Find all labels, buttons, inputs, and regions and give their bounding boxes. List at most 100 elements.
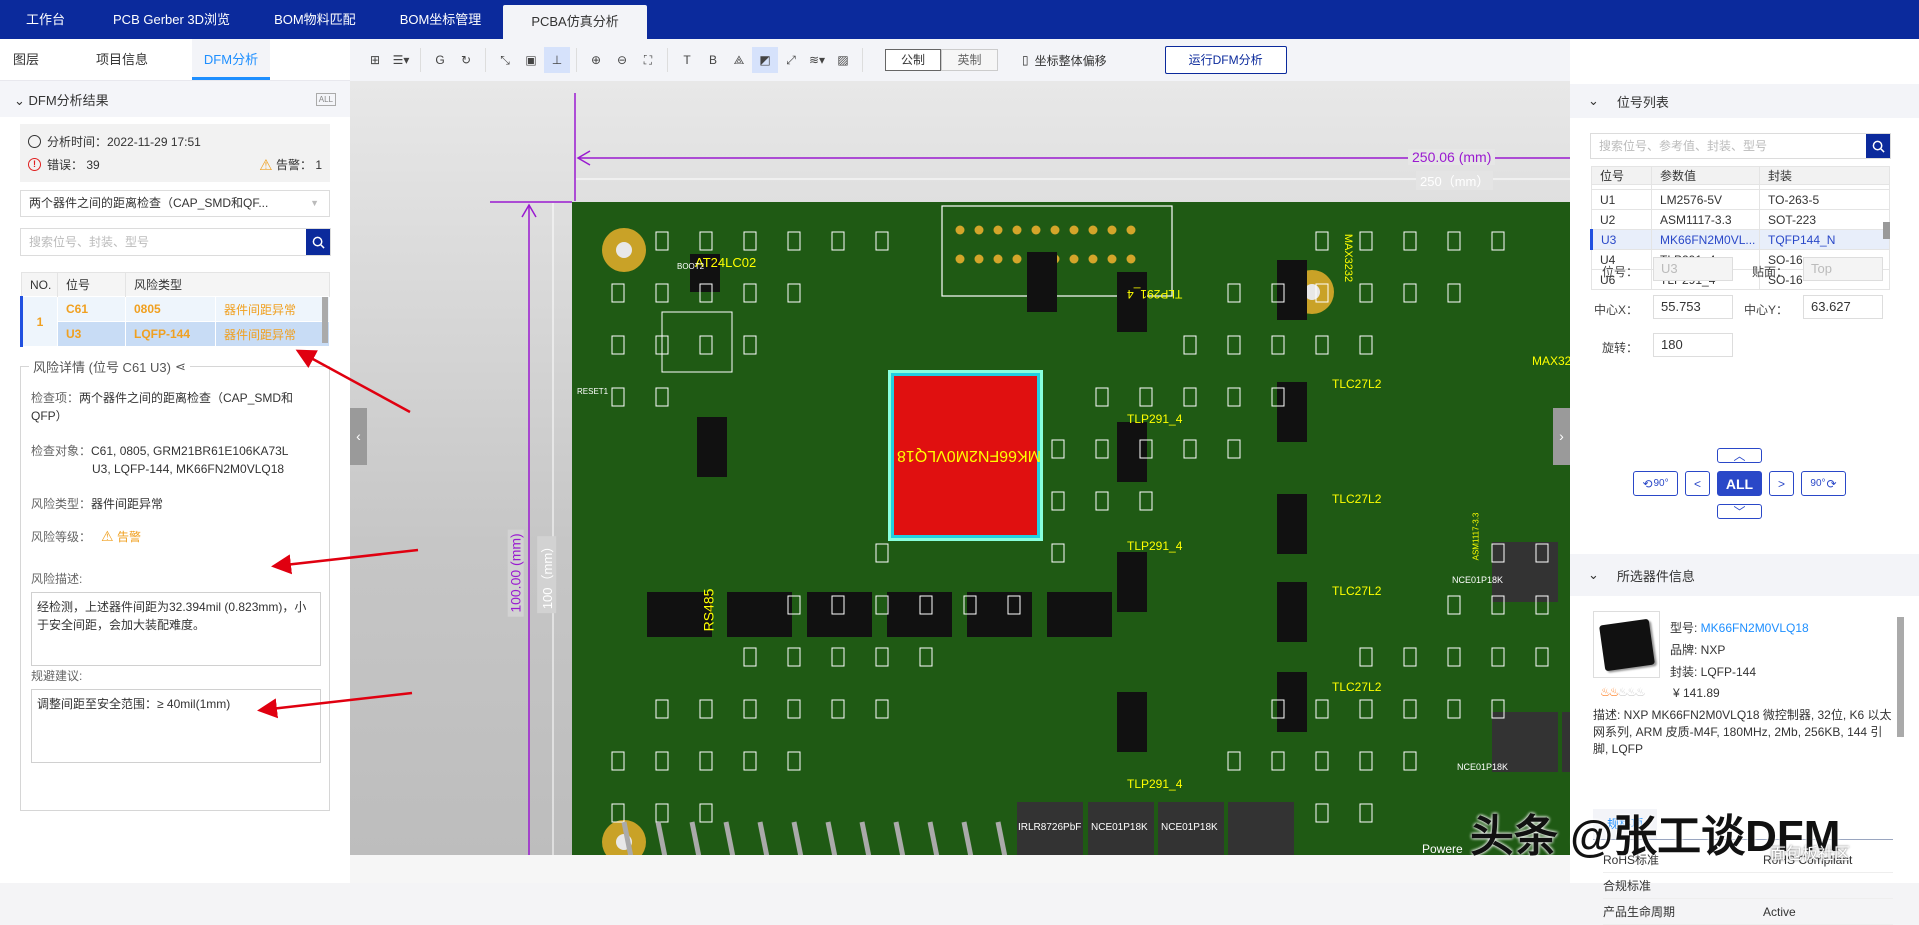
nav-tab-bom-coords[interactable]: BOM坐标管理 <box>378 0 504 39</box>
part-scrollbar[interactable] <box>1897 617 1904 737</box>
pcba-refresh-icon[interactable]: ↻ <box>453 47 479 73</box>
collapse-right-handle[interactable]: › <box>1553 408 1570 465</box>
move-right-button[interactable]: > <box>1769 471 1794 496</box>
search-icon <box>312 236 325 249</box>
share-icon[interactable]: ⋖ <box>175 359 186 375</box>
check-item-value: 两个器件之间的距离检查（CAP_SMD和QF... <box>29 196 269 210</box>
pcb-label: TLP291_4 <box>1127 777 1183 791</box>
component-pad <box>743 751 757 771</box>
file-list-icon[interactable]: ☰▾ <box>388 47 414 73</box>
left-search-input[interactable] <box>21 229 306 255</box>
nav-tab-pcba-sim[interactable]: PCBA仿真分析 <box>503 5 647 39</box>
part-model-link[interactable]: MK66FN2M0VLQ18 <box>1701 621 1809 635</box>
header-pin <box>927 821 940 855</box>
component-pad <box>1315 803 1329 823</box>
move-down-button[interactable]: ﹀ <box>1717 504 1762 519</box>
center-y-input[interactable]: 63.627 <box>1803 295 1883 319</box>
check-item-select[interactable]: 两个器件之间的距离检查（CAP_SMD和QF... ▼ <box>20 190 330 217</box>
risk-description[interactable]: 经检测，上述器件间距为32.394mil (0.823mm)，小于安全间距，会加… <box>31 592 321 666</box>
component-pad <box>1183 335 1197 355</box>
connector-pin <box>1012 225 1022 235</box>
component-pad <box>787 647 801 667</box>
layers-icon[interactable]: ≋▾ <box>804 47 830 73</box>
table-scrollbar[interactable] <box>322 297 328 343</box>
flip-icon[interactable]: ⟁ <box>726 47 752 73</box>
right-search-input[interactable] <box>1591 134 1866 158</box>
ruler-icon[interactable]: ▣ <box>518 47 544 73</box>
bottom-layer-icon[interactable]: B <box>700 47 726 73</box>
ref-list-title: 位号列表 <box>1616 94 1669 110</box>
run-dfm-button[interactable]: 运行DFM分析 <box>1164 46 1287 74</box>
move-up-button[interactable]: ︿ <box>1717 448 1762 463</box>
ref-list-header[interactable]: ⌄ 位号列表 <box>1570 84 1919 118</box>
component-pad <box>743 231 757 251</box>
rotate-cw-button[interactable]: 90° ⟳ <box>1801 471 1846 496</box>
zoom-in-icon[interactable]: ⊕ <box>583 47 609 73</box>
export-all-icon[interactable]: ALL <box>315 92 336 106</box>
image-icon[interactable]: ▨ <box>830 47 856 73</box>
desc-label: 风险描述: <box>31 572 83 586</box>
dimension-icon[interactable]: ⊥ <box>544 47 570 73</box>
pcb-label: RESET1 <box>577 387 609 396</box>
3d-view-icon[interactable]: ◩ <box>752 47 778 73</box>
measure-icon[interactable]: ⤡ <box>492 47 518 73</box>
component-pad <box>1447 647 1461 667</box>
tab-layers[interactable]: 图层 <box>0 39 52 80</box>
clock-icon <box>28 135 41 148</box>
rotation-label: 旋转： <box>1601 341 1638 355</box>
search-button[interactable] <box>306 229 330 255</box>
pcb-label: MAX3232 <box>1342 233 1355 283</box>
search-button[interactable] <box>1866 134 1890 158</box>
nav-tab-workbench[interactable]: 工作台 <box>0 0 91 39</box>
component-pad <box>1447 595 1461 615</box>
coord-offset-button[interactable]: ▯ 坐标整体偏移 <box>1022 52 1107 69</box>
component-pad <box>1315 751 1329 771</box>
all-button[interactable]: ALL <box>1717 471 1762 496</box>
add-file-icon[interactable]: ⊞ <box>362 47 388 73</box>
rotation-input[interactable]: 180 <box>1653 333 1733 357</box>
part-info-title: 所选器件信息 <box>1616 568 1695 584</box>
component-pad <box>655 751 669 771</box>
collapse-left-handle[interactable]: ‹ <box>350 408 367 465</box>
fullscreen-icon[interactable]: ⤢ <box>778 47 804 73</box>
unit-metric-button[interactable]: 公制 <box>885 49 941 71</box>
nav-tab-bom-match[interactable]: BOM物料匹配 <box>252 0 378 39</box>
table-row[interactable]: U3 LQFP-144 器件间距异常 <box>21 321 330 347</box>
table-row[interactable]: 1 C61 0805 器件间距异常 <box>20 296 330 347</box>
table-row[interactable]: U2 ASM1117-3.3 SOT-223 <box>1591 209 1890 230</box>
component-ic <box>727 592 792 637</box>
top-layer-icon[interactable]: T <box>674 47 700 73</box>
connector-pin <box>974 225 984 235</box>
spec-row: 产品生命周期 Active <box>1603 899 1893 925</box>
gerber-import-icon[interactable]: G <box>427 47 453 73</box>
rotate-ccw-icon: ⟲ <box>1642 476 1653 491</box>
component-pad <box>1403 751 1417 771</box>
chip-u3[interactable]: MK66FN2M0VLQ18 <box>891 373 1041 538</box>
tab-project-info[interactable]: 项目信息 <box>52 39 192 80</box>
part-info-header[interactable]: ⌄ 所选器件信息 <box>1570 554 1919 596</box>
section-title: DFM分析结果 <box>28 92 109 108</box>
rotate-ccw-button[interactable]: ⟲ 90° <box>1633 471 1678 496</box>
mounting-hole-center <box>616 242 632 258</box>
pcb-canvas[interactable]: 250.06 (mm) 250（mm） 100.00 (mm) 100（mm） … <box>350 81 1570 855</box>
nav-tab-gerber-3d[interactable]: PCB Gerber 3D浏览 <box>91 0 252 39</box>
pcb-label: NCE01P18K <box>1160 822 1219 833</box>
zoom-fit-icon[interactable]: ⛶ <box>635 47 661 73</box>
risk-advice[interactable]: 调整间距至安全范围：≥ 40mil(1mm) <box>31 689 321 763</box>
connector-pin <box>1126 254 1136 264</box>
ref-table-scrollbar[interactable] <box>1883 222 1890 239</box>
table-row[interactable]: U1 LM2576-5V TO-263-5 <box>1591 189 1890 210</box>
center-x-input[interactable]: 55.753 <box>1653 295 1733 319</box>
unit-imperial-button[interactable]: 英制 <box>941 49 998 71</box>
part-brand: 品牌: NXP <box>1670 643 1726 657</box>
component-ic <box>1277 582 1307 642</box>
component-pad <box>1535 647 1549 667</box>
pcb-label: TLC27L2 <box>1332 492 1382 506</box>
move-left-button[interactable]: < <box>1685 471 1710 496</box>
zoom-out-icon[interactable]: ⊖ <box>609 47 635 73</box>
component-pad <box>1095 491 1109 511</box>
flame-icon: ♨ <box>1608 685 1620 699</box>
table-row[interactable]: U3 MK66FN2M0VL... TQFP144_N <box>1590 229 1890 250</box>
dfm-results-header[interactable]: ⌄ DFM分析结果 ALL <box>0 81 350 117</box>
tab-dfm[interactable]: DFM分析 <box>192 39 270 80</box>
